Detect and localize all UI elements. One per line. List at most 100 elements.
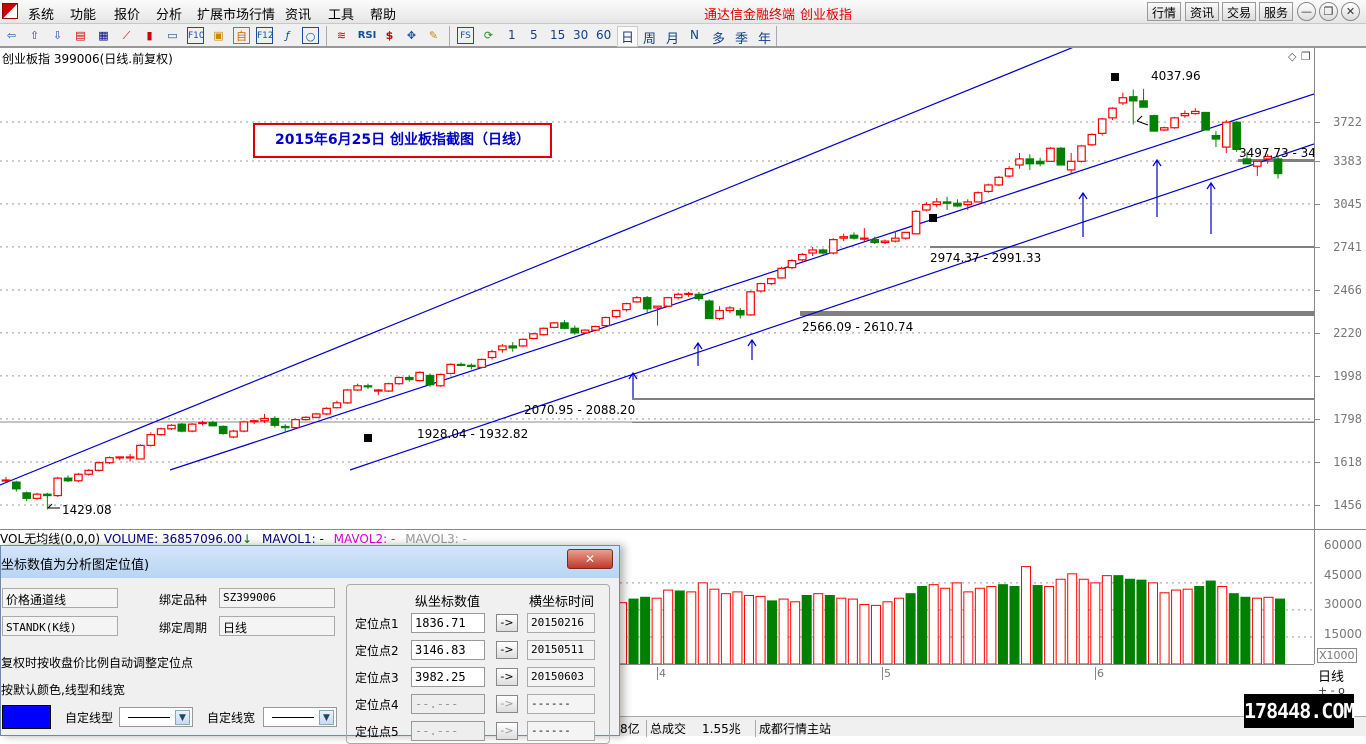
- maximize-panel-icon[interactable]: ❐: [1301, 50, 1311, 63]
- candle-body: [539, 327, 549, 336]
- chevron-down-icon[interactable]: ▼: [319, 710, 334, 725]
- default-style-checkbox-label[interactable]: 按默认颜色,线型和线宽: [1, 681, 125, 698]
- app-logo-icon: [2, 3, 18, 19]
- candle-body: [260, 417, 269, 422]
- tree-icon[interactable]: ▣: [210, 27, 227, 44]
- dialog-close-button[interactable]: ✕: [567, 549, 613, 569]
- down-arrow-icon[interactable]: ⇩: [49, 27, 66, 44]
- volume-bar: [894, 597, 905, 664]
- menu-tools[interactable]: 工具: [328, 4, 354, 23]
- candle-body: [591, 325, 600, 331]
- volume-bar: [1217, 585, 1228, 664]
- formula-icon[interactable]: ƒ: [279, 27, 296, 44]
- minimize-icon[interactable]: —: [1297, 2, 1316, 21]
- period-60min[interactable]: 60: [596, 28, 611, 42]
- fs-icon[interactable]: FS: [457, 27, 474, 44]
- period-5min[interactable]: 5: [530, 28, 538, 42]
- period-multi[interactable]: 多: [712, 28, 725, 47]
- candle-body: [880, 240, 890, 244]
- anchor-point-value-input[interactable]: 3146.83: [411, 640, 485, 660]
- refresh-icon[interactable]: ⟳: [480, 27, 497, 44]
- line-style-select[interactable]: ▼: [119, 707, 193, 727]
- move-icon[interactable]: ✥: [403, 27, 420, 44]
- menu-help[interactable]: 帮助: [370, 4, 396, 23]
- menu-function[interactable]: 功能: [70, 4, 96, 23]
- period-1min[interactable]: 1: [508, 28, 516, 42]
- menu-bar: 系统 功能 报价 分析 扩展市场行情 资讯 工具 帮助 通达信金融终端 创业板指…: [0, 0, 1366, 24]
- period-quarter[interactable]: 季: [735, 28, 748, 47]
- volume-bar: [1090, 582, 1101, 664]
- volume-bar: [1171, 589, 1182, 664]
- candle-body: [1221, 121, 1231, 148]
- volume-bar: [1067, 573, 1078, 664]
- menu-analysis[interactable]: 分析: [156, 4, 182, 23]
- period-week[interactable]: 周: [643, 28, 656, 47]
- multi-window-icon[interactable]: ▭: [164, 27, 181, 44]
- period-30min[interactable]: 30: [573, 28, 588, 42]
- candlestick-icon[interactable]: ▮: [141, 27, 158, 44]
- candle-body: [394, 376, 404, 385]
- auto-adjust-checkbox-label[interactable]: 复权时按收盘价比例自动调整定位点: [1, 654, 341, 671]
- service-button[interactable]: 服务: [1259, 2, 1294, 21]
- instrument-title: 创业板指: [800, 8, 853, 23]
- report-icon[interactable]: ▤: [72, 27, 89, 44]
- line-chart-icon[interactable]: ⟋: [118, 27, 135, 44]
- support-line: [800, 311, 1314, 316]
- period-15min[interactable]: 15: [550, 28, 565, 42]
- news-button[interactable]: 资讯: [1185, 2, 1220, 21]
- f12-icon[interactable]: F12: [256, 27, 274, 44]
- f10-icon[interactable]: F10: [187, 27, 205, 44]
- anchor-point-arrow-button[interactable]: ->: [496, 668, 518, 686]
- candle-body: [404, 376, 414, 381]
- line-width-select[interactable]: ▼: [263, 707, 337, 727]
- period-month[interactable]: 月: [666, 28, 679, 47]
- candle-body: [167, 424, 176, 430]
- line-style-label: 自定线型: [65, 711, 114, 725]
- volume-y-axis: 60000 45000 30000 15000 X1000: [1314, 529, 1366, 664]
- candle-body: [436, 373, 445, 387]
- line-width-label: 自定线宽: [207, 711, 256, 725]
- trade-button[interactable]: 交易: [1222, 2, 1257, 21]
- candle-body: [115, 456, 125, 459]
- pencil-icon[interactable]: ✎: [425, 27, 442, 44]
- indicator-icon[interactable]: ≋: [333, 27, 350, 44]
- menu-extended-market[interactable]: 扩展市场行情: [197, 4, 275, 23]
- anchor-point-arrow-button[interactable]: ->: [496, 614, 518, 632]
- period-n[interactable]: N: [690, 28, 699, 42]
- bind-symbol-label: 绑定品种: [159, 593, 208, 607]
- candle-body: [477, 358, 487, 368]
- anchor-point-value-input[interactable]: 1836.71: [411, 613, 485, 633]
- up-arrow-icon[interactable]: ⇧: [26, 27, 43, 44]
- diamond-icon[interactable]: ◇: [1288, 50, 1296, 63]
- anchor-point-arrow-button[interactable]: ->: [496, 641, 518, 659]
- back-arrow-icon[interactable]: ⇦: [3, 27, 20, 44]
- period-day[interactable]: 日: [617, 26, 639, 47]
- rsi-icon[interactable]: RSI: [356, 27, 378, 44]
- candle-body: [187, 423, 197, 432]
- close-icon[interactable]: ✕: [1341, 2, 1360, 21]
- candlestick-chart[interactable]: [0, 48, 1314, 530]
- self-select-icon[interactable]: 自: [233, 27, 250, 44]
- candle-body: [1108, 107, 1117, 119]
- candle-body: [1252, 160, 1262, 167]
- menu-info[interactable]: 资讯: [285, 4, 311, 23]
- price-label-level: 1928.04 - 1932.82: [417, 427, 529, 441]
- menu-quote[interactable]: 报价: [114, 4, 140, 23]
- volume-tick: 45000: [1323, 568, 1362, 582]
- restore-icon[interactable]: ❐: [1319, 2, 1338, 21]
- anchor-point-value-input[interactable]: 3982.25: [411, 667, 485, 687]
- circle-icon[interactable]: ○: [302, 27, 319, 44]
- volume-bar: [651, 597, 662, 664]
- volume-bar: [847, 598, 858, 664]
- candle-body: [1097, 118, 1107, 134]
- quote-grid-icon[interactable]: ▦: [95, 27, 112, 44]
- market-button[interactable]: 行情: [1147, 2, 1182, 21]
- period-year[interactable]: 年: [758, 28, 771, 47]
- candle-body: [456, 363, 466, 366]
- money-icon[interactable]: $: [381, 27, 398, 44]
- color-swatch[interactable]: [2, 705, 51, 729]
- chevron-down-icon[interactable]: ▼: [175, 710, 190, 725]
- server-name[interactable]: 成都行情主站: [755, 720, 831, 737]
- status-partial: 8亿: [620, 722, 640, 736]
- menu-system[interactable]: 系统: [28, 4, 54, 23]
